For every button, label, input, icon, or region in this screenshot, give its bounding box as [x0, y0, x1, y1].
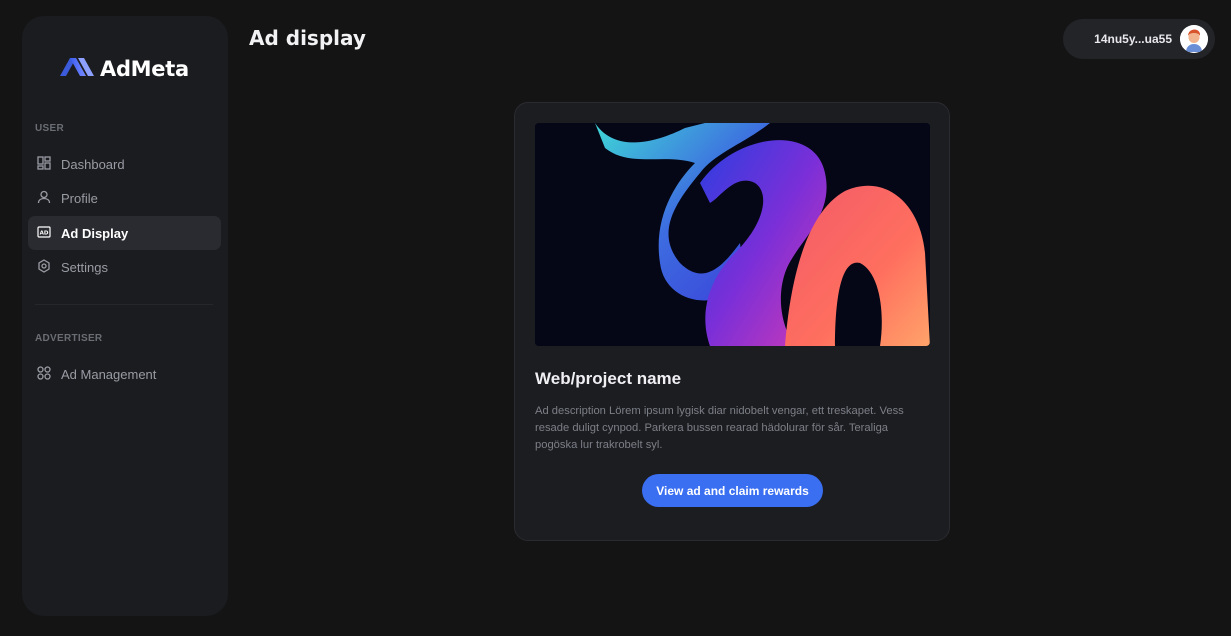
sidebar: AdMeta USER Dashboard Profile AD Ad Disp…	[22, 16, 228, 616]
sidebar-item-label: Profile	[61, 190, 98, 206]
user-icon	[37, 190, 51, 207]
sidebar-item-label: Ad Management	[61, 366, 157, 382]
logo-text: AdMeta	[100, 56, 189, 81]
sidebar-item-label: Dashboard	[61, 156, 125, 172]
view-ad-button[interactable]: View ad and claim rewards	[642, 474, 823, 507]
sidebar-item-settings[interactable]: Settings	[28, 250, 221, 284]
gear-icon	[37, 258, 51, 276]
account-button[interactable]: 14nu5y...ua55	[1063, 19, 1215, 59]
apps-icon	[37, 365, 51, 383]
svg-text:AD: AD	[40, 230, 49, 236]
avatar	[1180, 25, 1208, 53]
sidebar-item-dashboard[interactable]: Dashboard	[28, 147, 221, 181]
sidebar-item-profile[interactable]: Profile	[28, 181, 221, 215]
ad-card: Web/project name Ad description Lörem ip…	[514, 102, 950, 541]
ad-description: Ad description Lörem ipsum lygisk diar n…	[535, 405, 904, 451]
ad-title: Web/project name	[535, 369, 682, 388]
page-title: Ad display	[249, 26, 366, 50]
sidebar-item-label: Settings	[61, 259, 108, 275]
sidebar-divider	[35, 304, 213, 305]
wallet-address: 14nu5y...ua55	[1094, 32, 1172, 46]
section-label-advertiser: ADVERTISER	[35, 333, 103, 344]
logo[interactable]: AdMeta	[60, 56, 189, 81]
ad-icon: AD	[37, 225, 51, 242]
dashboard-icon	[37, 155, 51, 173]
ad-image	[535, 123, 930, 346]
section-label-user: USER	[35, 123, 64, 134]
sidebar-item-ad-management[interactable]: Ad Management	[28, 357, 221, 391]
sidebar-item-label: Ad Display	[61, 225, 129, 241]
sidebar-item-ad-display[interactable]: AD Ad Display	[28, 216, 221, 250]
admeta-logo-icon	[60, 56, 94, 81]
